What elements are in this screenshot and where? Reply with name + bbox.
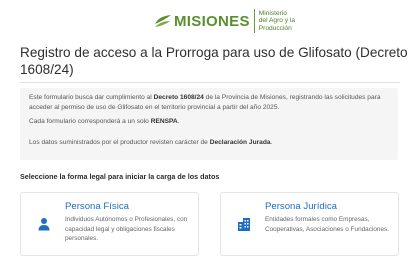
- card-description: Entidades formales como Empresas, Cooper…: [265, 216, 389, 233]
- divider: [20, 82, 400, 83]
- person-icon: [38, 218, 50, 231]
- leaf-logo-icon: [155, 15, 171, 27]
- header: MISIONES Ministerio del Agro y la Produc…: [0, 0, 420, 38]
- page-title: Registro de acceso a la Prorroga para us…: [20, 45, 408, 77]
- logo-sub-line-1: Ministerio: [258, 10, 287, 18]
- persona-fisica-card[interactable]: Persona Física Individuos Autónomos o Pr…: [20, 192, 199, 256]
- info-paragraph-decree: Este formulario busca dar cumplimiento a…: [29, 94, 381, 111]
- info-box: Este formulario busca dar cumplimiento a…: [20, 88, 398, 160]
- info-paragraph-renspa: Cada formulario corresponderá a un solo …: [29, 118, 180, 125]
- info-paragraph-declaration: Los datos suministrados por el productor…: [29, 139, 273, 146]
- card-title: Persona Jurídica: [265, 201, 337, 212]
- section-label: Seleccione la forma legal para iniciar l…: [20, 172, 220, 181]
- logo-subtitle: Ministerio del Agro y la Producción: [259, 10, 295, 32]
- building-icon: [238, 218, 250, 231]
- card-description: Individuos Autónomos o Profesionales, co…: [65, 216, 188, 243]
- logo-divider: [253, 9, 255, 33]
- card-title: Persona Física: [65, 201, 129, 212]
- logo: MISIONES Ministerio del Agro y la Produc…: [153, 8, 295, 34]
- logo-sub-line-2: del Agro y la: [258, 17, 296, 25]
- logo-text: MISIONES: [174, 12, 250, 30]
- persona-juridica-card[interactable]: Persona Jurídica Entidades formales como…: [220, 192, 399, 256]
- logo-sub-line-3: Producción: [258, 24, 292, 32]
